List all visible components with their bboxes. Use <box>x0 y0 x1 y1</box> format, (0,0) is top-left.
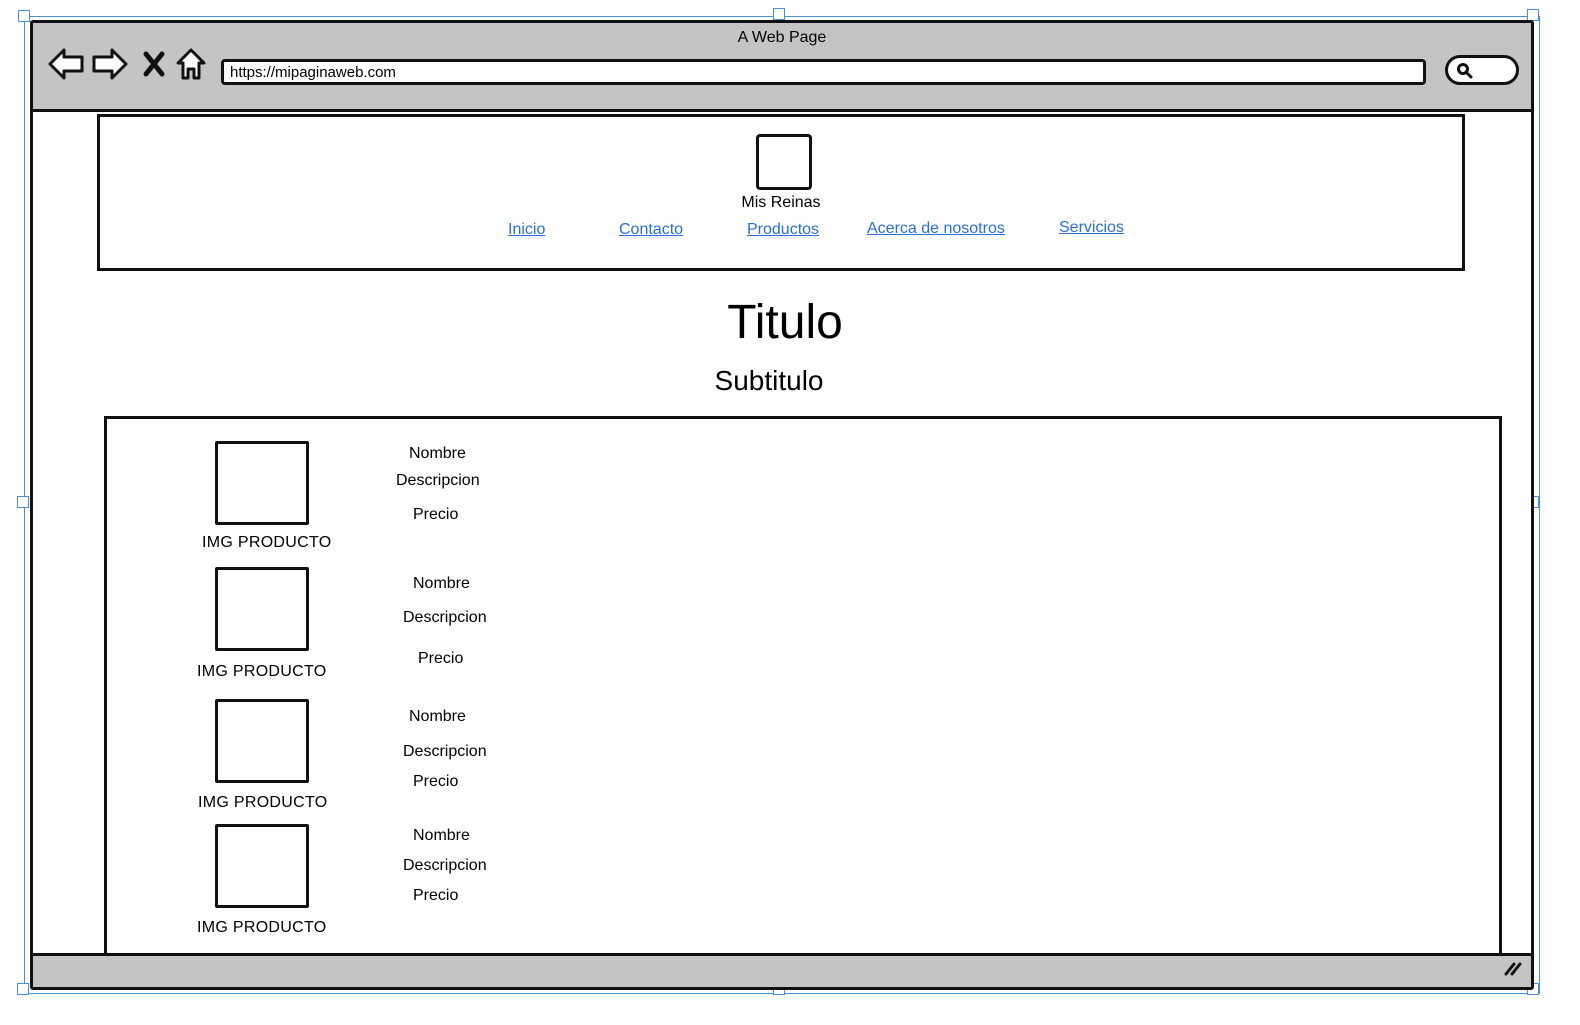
product-image-placeholder <box>215 567 309 651</box>
product-name: Nombre <box>413 575 470 592</box>
product-description: Descripcion <box>403 857 487 874</box>
product-image-label: IMG PRODUCTO <box>197 919 327 936</box>
window-title: A Web Page <box>737 29 827 46</box>
browser-statusbar <box>33 953 1531 987</box>
close-icon[interactable] <box>143 51 165 82</box>
nav-link-acerca[interactable]: Acerca de nosotros <box>867 220 1005 238</box>
address-bar[interactable]: https://mipaginaweb.com <box>221 59 1426 85</box>
product-description: Descripcion <box>403 609 487 626</box>
resize-handle-left[interactable] <box>17 496 29 508</box>
browser-titlebar: A Web Page https://mipaginaweb.com <box>33 23 1531 112</box>
back-arrow-icon[interactable] <box>47 47 85 86</box>
product-name: Nombre <box>409 708 466 725</box>
product-description: Descripcion <box>403 743 487 760</box>
search-box[interactable] <box>1445 55 1519 85</box>
resize-grip-icon[interactable] <box>1503 960 1523 981</box>
logo-placeholder <box>756 134 812 190</box>
nav-link-contacto[interactable]: Contacto <box>619 221 683 239</box>
product-description: Descripcion <box>396 472 480 489</box>
product-list: IMG PRODUCTO Nombre Descripcion Precio I… <box>104 416 1502 961</box>
product-image-placeholder <box>215 441 309 525</box>
product-image-label: IMG PRODUCTO <box>197 663 327 680</box>
resize-handle-top[interactable] <box>773 8 785 20</box>
product-name: Nombre <box>409 445 466 462</box>
nav-link-servicios[interactable]: Servicios <box>1059 219 1124 237</box>
browser-window: A Web Page https://mipaginaweb.com Mis R… <box>30 20 1534 990</box>
product-image-label: IMG PRODUCTO <box>198 794 328 811</box>
product-price: Precio <box>418 650 464 667</box>
page-subtitle: Subtitulo <box>714 365 824 396</box>
home-icon[interactable] <box>175 47 207 86</box>
brand-name: Mis Reinas <box>741 194 821 211</box>
product-image-label: IMG PRODUCTO <box>202 534 332 551</box>
nav-link-inicio[interactable]: Inicio <box>508 221 545 239</box>
site-header: Mis Reinas Inicio Contacto Productos Ace… <box>97 114 1465 271</box>
browser-nav-icons <box>47 47 207 86</box>
url-text: https://mipaginaweb.com <box>230 64 396 81</box>
nav-link-productos[interactable]: Productos <box>747 221 819 239</box>
resize-handle-top-left[interactable] <box>18 10 30 22</box>
product-image-placeholder <box>215 699 309 783</box>
product-name: Nombre <box>413 827 470 844</box>
page-title: Titulo <box>727 296 843 349</box>
product-image-placeholder <box>215 824 309 908</box>
search-icon <box>1456 62 1474 85</box>
resize-handle-bottom-left[interactable] <box>17 983 29 995</box>
product-price: Precio <box>413 773 459 790</box>
forward-arrow-icon[interactable] <box>91 47 129 86</box>
product-price: Precio <box>413 887 459 904</box>
product-price: Precio <box>413 506 459 523</box>
